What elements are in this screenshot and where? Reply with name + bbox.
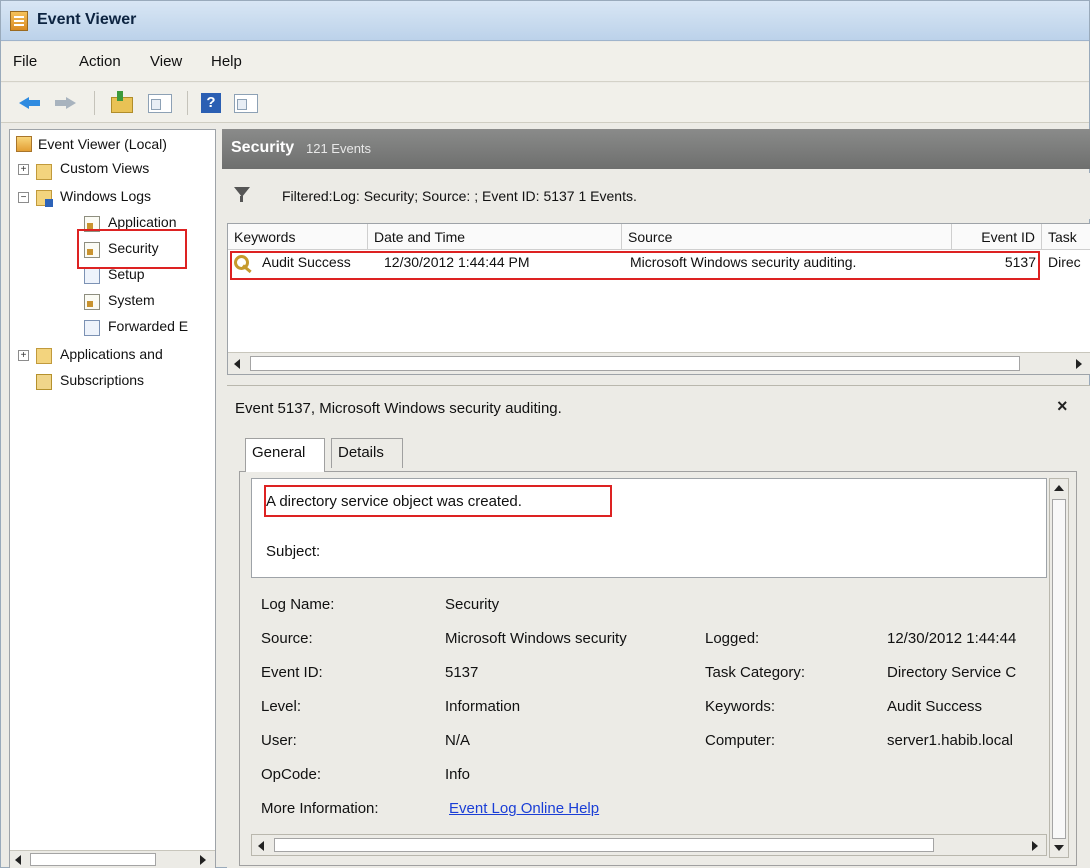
event-count: 121 Events [306, 141, 372, 156]
log-icon [84, 268, 100, 284]
tree-item-label: Subscriptions [60, 372, 145, 388]
detail-title: Event 5137, Microsoft Windows security a… [235, 400, 562, 417]
field-label-logged: Logged: [705, 630, 760, 647]
event-log-online-help-link[interactable]: Event Log Online Help [449, 800, 599, 817]
field-label-event-id: Event ID: [261, 664, 323, 681]
menu-bar: File Action View Help [1, 42, 1089, 82]
scrollbar-thumb[interactable] [30, 853, 156, 866]
events-table: Keywords Date and Time Source Event ID T… [227, 223, 1090, 375]
tree-item-label: Event Viewer (Local) [38, 136, 167, 152]
tree-item-label: Windows Logs [60, 188, 152, 204]
tree-item-label: System [108, 292, 155, 308]
field-label-log-name: Log Name: [261, 596, 335, 613]
detail-vertical-scrollbar[interactable] [1049, 478, 1069, 858]
event-message-area[interactable]: A directory service object was created. … [251, 478, 1047, 578]
field-value-user: N/A [445, 732, 471, 749]
detail-horizontal-scrollbar[interactable] [251, 834, 1047, 856]
event-viewer-icon [16, 136, 32, 152]
expand-icon[interactable]: + [18, 164, 29, 175]
column-header-event-id[interactable]: Event ID [952, 224, 1042, 250]
scroll-right-icon[interactable] [1076, 359, 1082, 369]
field-value-opcode: Info [445, 766, 471, 783]
field-value-task-category: Directory Service C [887, 664, 1017, 681]
folder-icon [36, 190, 53, 207]
field-label-source: Source: [261, 630, 313, 647]
filter-bar: Filtered:Log: Security; Source: ; Event … [222, 173, 1090, 219]
field-label-user: User: [261, 732, 297, 749]
tab-general[interactable]: General [245, 438, 325, 472]
tree-item-label: Forwarded E [108, 318, 189, 334]
event-viewer-icon [10, 11, 28, 31]
field-value-source: Microsoft Windows security [445, 630, 627, 647]
action-pane-icon[interactable] [233, 91, 258, 113]
forward-arrow-icon[interactable] [53, 91, 77, 113]
field-label-opcode: OpCode: [261, 766, 322, 783]
toolbar-separator [94, 91, 95, 115]
title-bar: Event Viewer [1, 1, 1089, 41]
cell-task: Direc [1048, 254, 1081, 270]
field-value-event-id: 5137 [445, 664, 479, 681]
field-label-level: Level: [261, 698, 302, 715]
scroll-left-icon[interactable] [15, 855, 21, 865]
tree-item-label: Applications and [60, 346, 163, 362]
row-highlight-box [230, 251, 1040, 280]
scrollbar-thumb[interactable] [274, 838, 934, 852]
column-header-source[interactable]: Source [622, 224, 952, 250]
back-arrow-icon[interactable] [19, 91, 43, 113]
column-header-task[interactable]: Task [1042, 224, 1090, 250]
scroll-left-icon[interactable] [234, 359, 240, 369]
toolbar-separator [187, 91, 188, 115]
log-title: Security [231, 139, 295, 156]
scrollbar-thumb[interactable] [1052, 499, 1066, 839]
field-label-more-info: More Information: [261, 800, 379, 817]
scroll-right-icon[interactable] [1032, 841, 1038, 851]
menu-help[interactable]: Help [211, 53, 242, 70]
field-value-keywords: Audit Success [887, 698, 983, 715]
field-value-log-name: Security [445, 596, 500, 613]
expand-icon[interactable]: + [18, 350, 29, 361]
field-value-level: Information [445, 698, 521, 715]
folder-up-icon[interactable] [109, 91, 133, 113]
close-icon[interactable]: × [1057, 396, 1068, 417]
field-value-logged: 12/30/2012 1:44:44 [887, 630, 1017, 647]
subject-label: Subject: [266, 543, 321, 560]
log-icon [84, 294, 100, 310]
menu-action[interactable]: Action [79, 53, 121, 70]
filter-text: Filtered:Log: Security; Source: ; Event … [282, 188, 637, 204]
field-value-computer: server1.habib.local [887, 732, 1013, 749]
field-label-keywords: Keywords: [705, 698, 776, 715]
field-label-task-category: Task Category: [705, 664, 806, 681]
filter-icon [234, 187, 252, 203]
events-horizontal-scrollbar[interactable] [228, 352, 1090, 374]
tree-item-label: Application [108, 214, 177, 230]
window-title: Event Viewer [37, 11, 137, 28]
scroll-right-icon[interactable] [200, 855, 206, 865]
scroll-left-icon[interactable] [258, 841, 264, 851]
folder-icon [36, 348, 52, 364]
subscriptions-icon [36, 374, 52, 390]
field-label-computer: Computer: [705, 732, 776, 749]
scroll-up-icon[interactable] [1054, 485, 1064, 491]
scrollbar-thumb[interactable] [250, 356, 1020, 371]
toolbar [1, 83, 1089, 123]
tree-horizontal-scrollbar[interactable] [10, 850, 215, 868]
show-pane-icon[interactable] [147, 91, 172, 113]
collapse-icon[interactable]: − [18, 192, 29, 203]
log-icon [84, 320, 100, 336]
tree-item-label: Custom Views [60, 160, 150, 176]
event-viewer-window: Event Viewer File Action View Help Event… [0, 0, 1090, 868]
event-message: A directory service object was created. [266, 493, 522, 510]
help-icon[interactable] [200, 91, 224, 113]
menu-file[interactable]: File [13, 53, 37, 70]
log-header: Security 121 Events [222, 129, 1090, 169]
folder-icon [36, 164, 52, 180]
event-detail-pane: Event 5137, Microsoft Windows security a… [227, 385, 1090, 868]
menu-view[interactable]: View [150, 53, 182, 70]
tab-details[interactable]: Details [331, 438, 403, 468]
scroll-down-icon[interactable] [1054, 845, 1064, 851]
column-header-date[interactable]: Date and Time [368, 224, 622, 250]
column-header-keywords[interactable]: Keywords [228, 224, 368, 250]
selection-highlight-box [77, 229, 187, 269]
